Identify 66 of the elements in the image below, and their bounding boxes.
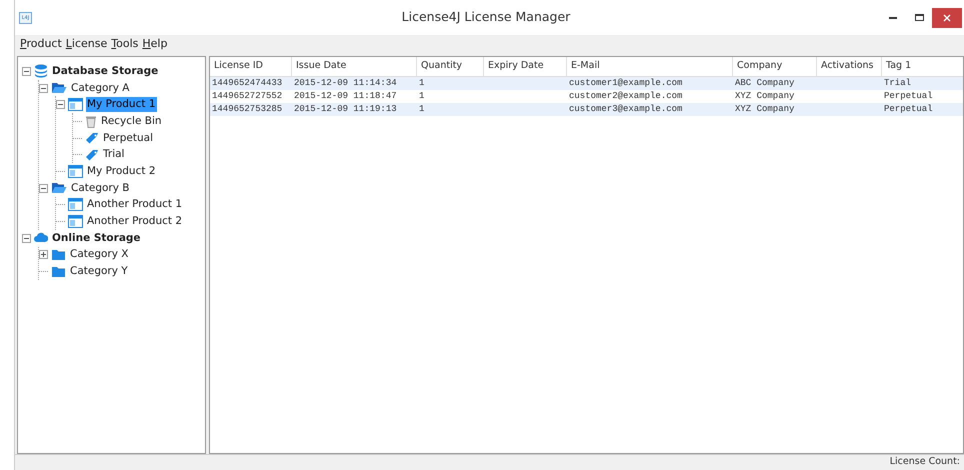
tree-item[interactable]: Another Product 2 bbox=[86, 214, 184, 230]
collapse-toggle[interactable] bbox=[56, 100, 65, 110]
table-cell: 2015-12-09 11:19:13 bbox=[294, 104, 397, 114]
folder-icon bbox=[51, 248, 66, 261]
tree-item[interactable]: Category B bbox=[70, 180, 131, 196]
expand-toggle[interactable] bbox=[39, 250, 48, 260]
tree-item[interactable]: My Product 1 bbox=[86, 97, 156, 112]
table-cell: 2015-12-09 11:14:34 bbox=[294, 78, 397, 88]
license-count-text: License Count: bbox=[890, 455, 961, 470]
tag-icon bbox=[85, 148, 99, 161]
window-title: License4J License Manager bbox=[400, 8, 572, 26]
tree-item[interactable]: Category Y bbox=[69, 264, 129, 280]
table-cell: customer3@example.com bbox=[569, 104, 682, 114]
tree-item[interactable]: Database Storage bbox=[51, 64, 160, 79]
table-cell: customer1@example.com bbox=[569, 78, 682, 88]
table-cell: Perpetual bbox=[884, 91, 933, 101]
table-cell: customer2@example.com bbox=[569, 91, 682, 101]
open-folder-icon bbox=[51, 182, 67, 194]
database-icon bbox=[34, 64, 48, 78]
table-cell: Perpetual bbox=[884, 104, 933, 114]
cloud-icon bbox=[34, 232, 48, 244]
collapse-toggle[interactable] bbox=[22, 234, 31, 243]
tree-item[interactable]: Trial bbox=[102, 147, 126, 162]
table-cell: ABC Company bbox=[735, 78, 794, 88]
column-header[interactable]: Tag 1 bbox=[882, 57, 963, 76]
table-cell: XYZ Company bbox=[735, 91, 794, 101]
tree-item[interactable]: Category A bbox=[70, 80, 130, 96]
menu-item[interactable]: License bbox=[66, 36, 108, 52]
open-folder-icon bbox=[51, 82, 67, 94]
column-header[interactable]: Company bbox=[733, 57, 817, 76]
column-header[interactable]: License ID bbox=[210, 57, 292, 76]
window-icon bbox=[68, 198, 83, 212]
tree-item[interactable]: My Product 2 bbox=[86, 164, 156, 179]
table-cell: 1 bbox=[419, 78, 424, 88]
table-cell: 1449652474433 bbox=[212, 78, 282, 88]
collapse-toggle[interactable] bbox=[39, 84, 48, 93]
window-icon bbox=[68, 215, 83, 228]
table-cell: 1 bbox=[419, 104, 424, 114]
table-cell: 1449652727552 bbox=[212, 91, 282, 101]
table-cell: XYZ Company bbox=[735, 104, 794, 114]
tree-item[interactable]: Perpetual bbox=[102, 130, 154, 146]
column-header[interactable]: Issue Date bbox=[292, 57, 417, 76]
tree-item[interactable]: Category X bbox=[69, 247, 130, 262]
tag-icon bbox=[85, 132, 99, 144]
collapse-toggle[interactable] bbox=[22, 66, 31, 76]
collapse-toggle[interactable] bbox=[39, 184, 48, 193]
window-icon bbox=[68, 98, 83, 112]
menu-item[interactable]: Help bbox=[142, 36, 168, 52]
window-icon bbox=[68, 164, 83, 178]
column-header[interactable]: Activations bbox=[817, 57, 882, 76]
folder-icon bbox=[51, 266, 66, 278]
table-cell: 1 bbox=[419, 91, 424, 101]
trash-icon bbox=[85, 114, 97, 128]
close-icon bbox=[943, 14, 951, 22]
column-header[interactable]: Expiry Date bbox=[484, 57, 567, 76]
tree-item[interactable]: Another Product 1 bbox=[86, 197, 184, 212]
table-cell: 2015-12-09 11:18:47 bbox=[294, 91, 397, 101]
column-header[interactable]: E-Mail bbox=[567, 57, 733, 76]
tree-item[interactable]: Online Storage bbox=[51, 230, 142, 246]
table-cell: 1449652753285 bbox=[212, 104, 282, 114]
menu-item[interactable]: Tools bbox=[111, 36, 138, 52]
menu-item[interactable]: Product bbox=[20, 36, 62, 52]
table-cell: Trial bbox=[884, 78, 912, 88]
column-header[interactable]: Quantity bbox=[417, 57, 484, 76]
tree-item[interactable]: Recycle Bin bbox=[100, 114, 163, 129]
close-button[interactable] bbox=[932, 8, 962, 28]
